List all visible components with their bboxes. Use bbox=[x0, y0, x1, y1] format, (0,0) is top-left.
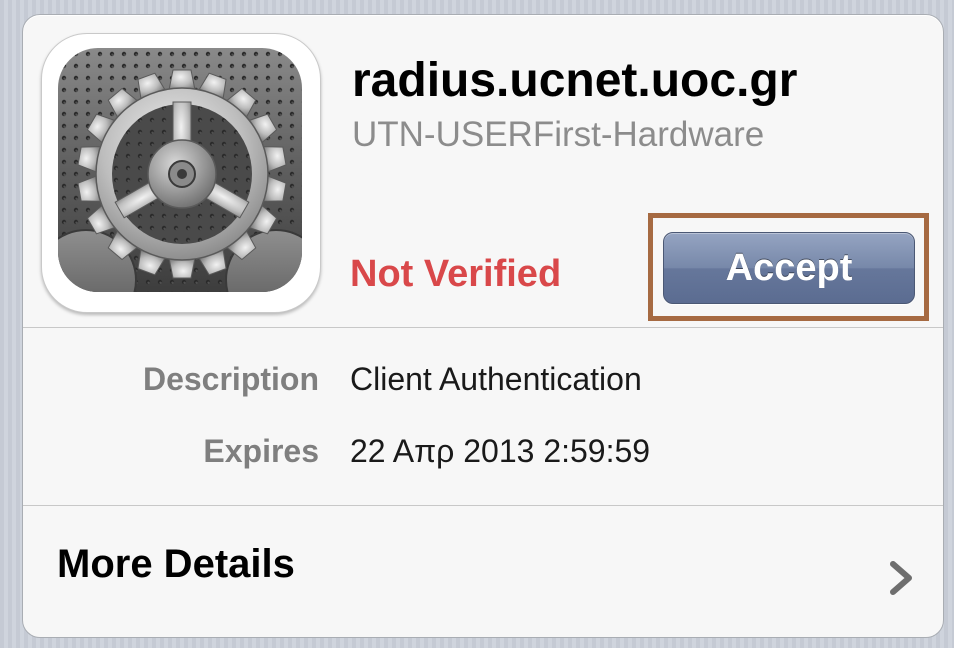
more-details-row[interactable]: More Details bbox=[23, 506, 943, 637]
certificate-issuer: UTN-USERFirst-Hardware bbox=[352, 115, 765, 154]
app-icon-frame bbox=[41, 33, 321, 313]
accept-button[interactable]: Accept bbox=[663, 232, 915, 304]
description-label: Description bbox=[142, 361, 319, 397]
more-details-label: More Details bbox=[57, 542, 295, 586]
divider bbox=[23, 327, 943, 328]
expires-label: Expires bbox=[203, 433, 319, 469]
certificate-header: radius.ucnet.uoc.gr UTN-USERFirst-Hardwa… bbox=[23, 15, 943, 327]
chevron-right-icon bbox=[885, 558, 917, 598]
verification-status: Not Verified bbox=[350, 253, 562, 295]
settings-gears-icon bbox=[58, 48, 302, 292]
expires-value: 22 Απρ 2013 2:59:59 bbox=[350, 433, 651, 469]
description-value: Client Authentication bbox=[350, 361, 642, 397]
certificate-card: radius.ucnet.uoc.gr UTN-USERFirst-Hardwa… bbox=[22, 14, 944, 638]
certificate-title: radius.ucnet.uoc.gr bbox=[352, 54, 798, 107]
